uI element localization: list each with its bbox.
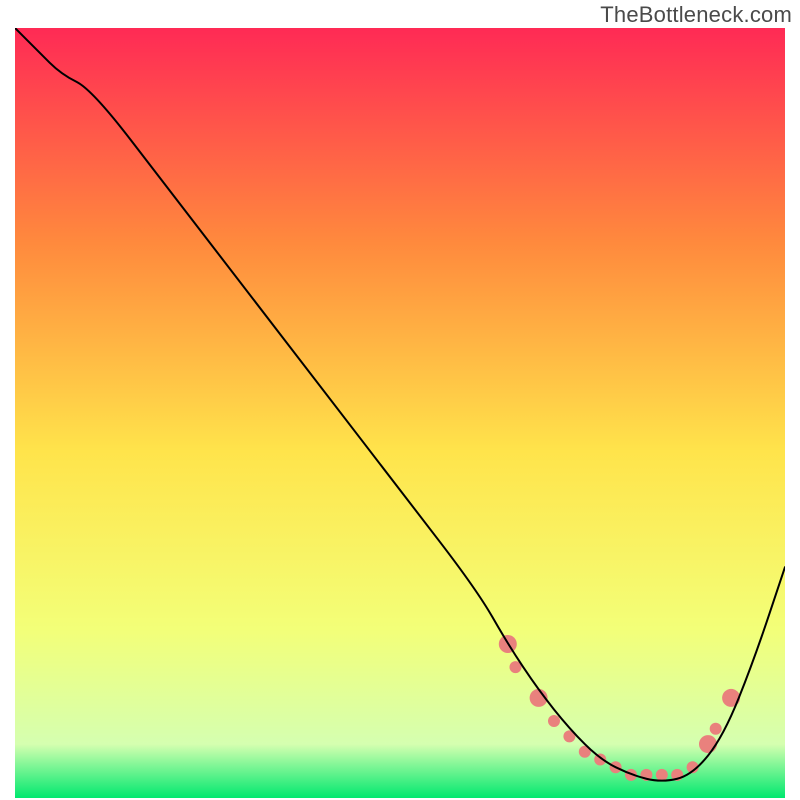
highlight-dot: [722, 689, 740, 707]
highlight-dot: [699, 735, 717, 753]
gradient-background: [15, 28, 785, 798]
highlight-dot: [710, 723, 722, 735]
highlight-dot: [548, 715, 560, 727]
chart-container: TheBottleneck.com: [0, 0, 800, 800]
chart-frame: [15, 28, 785, 798]
highlight-dot: [656, 769, 668, 781]
bottleneck-chart: [15, 28, 785, 798]
watermark-label: TheBottleneck.com: [600, 2, 792, 28]
